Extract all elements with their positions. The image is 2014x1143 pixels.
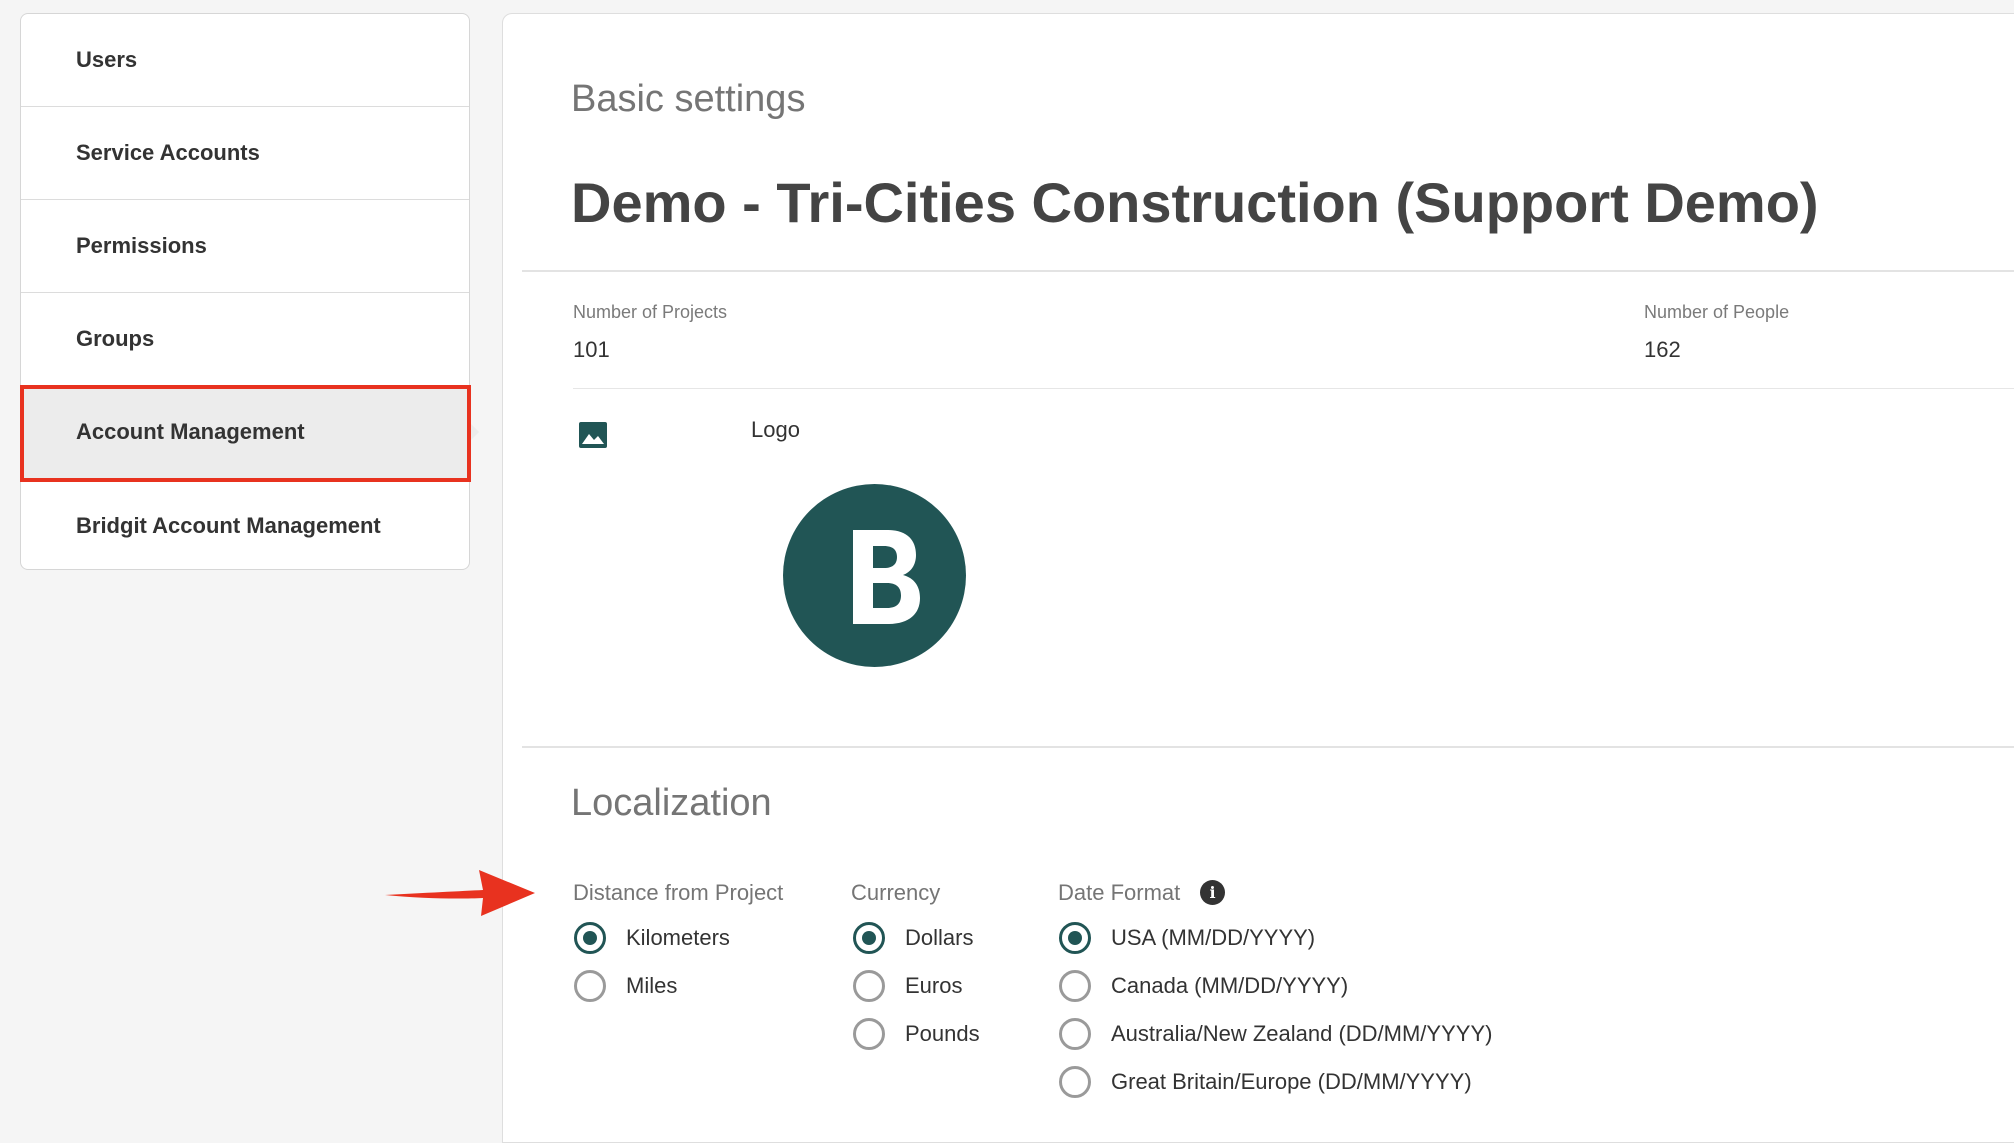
- radio-dollars[interactable]: Dollars: [853, 922, 973, 954]
- divider: [573, 388, 2014, 389]
- radio-kilometers[interactable]: Kilometers: [574, 922, 730, 954]
- distance-title: Distance from Project: [573, 880, 784, 905]
- radio-button[interactable]: [1059, 970, 1091, 1002]
- info-icon[interactable]: i: [1200, 880, 1225, 905]
- logo-letter-b: [853, 530, 920, 624]
- sidebar-item-permissions[interactable]: Permissions: [21, 200, 469, 293]
- people-count-label: Number of People: [1644, 302, 1790, 322]
- people-count-value: 162: [1644, 337, 1681, 362]
- radio-button-checked[interactable]: [1059, 922, 1091, 954]
- active-caret: [470, 423, 479, 441]
- radio-date-canada[interactable]: Canada (MM/DD/YYYY): [1059, 970, 1348, 1002]
- sidebar-item-label: Bridgit Account Management: [76, 512, 381, 538]
- radio-date-great-britain[interactable]: Great Britain/Europe (DD/MM/YYYY): [1059, 1066, 1472, 1098]
- sidebar-item-bridgit-account-management[interactable]: Bridgit Account Management: [21, 479, 469, 572]
- radio-pounds[interactable]: Pounds: [853, 1018, 980, 1050]
- divider: [522, 746, 2014, 748]
- radio-button[interactable]: [1059, 1018, 1091, 1050]
- sidebar-item-label: Groups: [76, 326, 155, 351]
- company-logo[interactable]: [783, 484, 966, 667]
- radio-label: Kilometers: [626, 925, 730, 950]
- radio-date-australia[interactable]: Australia/New Zealand (DD/MM/YYYY): [1059, 1018, 1492, 1050]
- sidebar-item-account-management[interactable]: Account Management: [21, 386, 479, 479]
- sidebar-item-groups[interactable]: Groups: [21, 293, 469, 386]
- sidebar-item-label: Account Management: [76, 419, 305, 444]
- radio-date-usa[interactable]: USA (MM/DD/YYYY): [1059, 922, 1315, 954]
- sidebar-item-label: Users: [76, 47, 138, 72]
- radio-label: Australia/New Zealand (DD/MM/YYYY): [1111, 1021, 1493, 1046]
- radio-label: Miles: [626, 973, 678, 998]
- radio-button[interactable]: [574, 970, 606, 1002]
- radio-miles[interactable]: Miles: [574, 970, 677, 1002]
- sidebar-item-service-accounts[interactable]: Service Accounts: [21, 107, 469, 200]
- settings-sidebar: Users Service Accounts Permissions Group…: [20, 13, 479, 572]
- radio-button-checked[interactable]: [853, 922, 885, 954]
- radio-label: Great Britain/Europe (DD/MM/YYYY): [1111, 1069, 1472, 1094]
- projects-count-value: 101: [573, 337, 610, 362]
- radio-label: Euros: [905, 973, 963, 998]
- annotation-arrow-icon: [385, 870, 535, 916]
- date-format-title: Date Format: [1058, 880, 1181, 905]
- logo-label: Logo: [751, 417, 800, 442]
- basic-settings-heading: Basic settings: [571, 78, 806, 120]
- divider: [522, 270, 2014, 272]
- radio-button[interactable]: [1059, 1066, 1091, 1098]
- currency-title: Currency: [851, 880, 941, 905]
- radio-button-checked[interactable]: [574, 922, 606, 954]
- account-name: Demo - Tri-Cities Construction (Support …: [571, 171, 1819, 234]
- radio-label: USA (MM/DD/YYYY): [1111, 925, 1316, 950]
- localization-heading: Localization: [571, 782, 772, 824]
- radio-button[interactable]: [853, 1018, 885, 1050]
- radio-label: Canada (MM/DD/YYYY): [1111, 973, 1349, 998]
- radio-euros[interactable]: Euros: [853, 970, 962, 1002]
- sidebar-item-label: Service Accounts: [76, 140, 260, 165]
- sidebar-item-label: Permissions: [76, 233, 207, 258]
- projects-count-label: Number of Projects: [573, 302, 728, 322]
- sidebar-item-users[interactable]: Users: [21, 14, 469, 107]
- radio-label: Pounds: [905, 1021, 980, 1046]
- radio-label: Dollars: [905, 925, 974, 950]
- image-icon: [579, 422, 607, 448]
- radio-button[interactable]: [853, 970, 885, 1002]
